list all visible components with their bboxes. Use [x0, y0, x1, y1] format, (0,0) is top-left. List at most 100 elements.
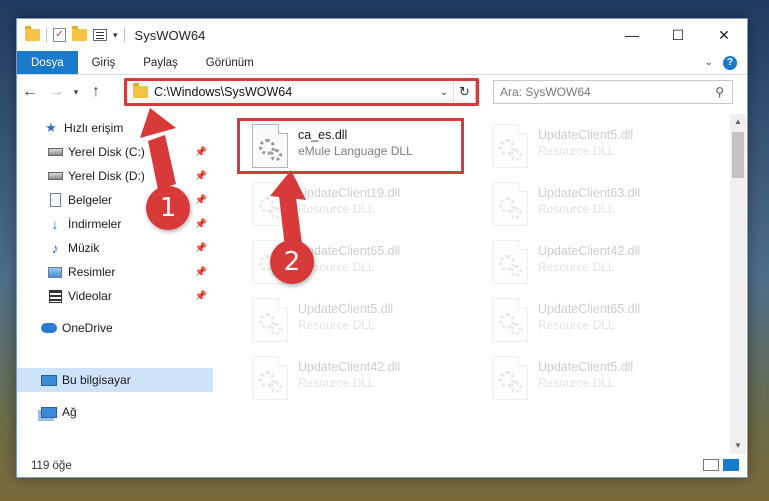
- navigation-bar: ← → ▾ ↑ C:\Windows\SysWOW64 ⌄ ↻ Ara: Sys…: [17, 76, 747, 108]
- status-bar: 119 öğe: [17, 454, 747, 478]
- sidebar-item-quick-access[interactable]: ★ Hızlı erişim: [17, 116, 213, 140]
- title-bar: ✓ ▾ SysWOW64 — ☐ ✕: [17, 19, 747, 51]
- window-title: SysWOW64: [134, 27, 206, 43]
- close-button[interactable]: ✕: [701, 19, 747, 51]
- search-icon: ⚲: [715, 85, 724, 99]
- file-highlight-box: [237, 118, 464, 174]
- star-icon: ★: [45, 120, 57, 135]
- tab-home[interactable]: Giriş: [78, 51, 130, 74]
- file-description: Resource DLL: [538, 260, 615, 274]
- properties-icon[interactable]: [93, 29, 107, 41]
- view-switcher: [703, 459, 739, 471]
- sidebar-item-label: Belgeler: [68, 193, 113, 207]
- scroll-up-arrow-icon[interactable]: ▲: [730, 114, 746, 130]
- scroll-thumb[interactable]: [732, 132, 744, 178]
- sidebar-item-label: İndirmeler: [68, 217, 122, 231]
- vertical-scrollbar[interactable]: ▲ ▼: [730, 114, 746, 454]
- folder-icon: [25, 26, 40, 41]
- file-tile[interactable]: UpdateClient63.dll Resource DLL: [478, 180, 716, 232]
- recent-locations-chevron-icon[interactable]: ▾: [69, 87, 83, 98]
- sidebar-item-onedrive[interactable]: OneDrive: [17, 316, 213, 340]
- dll-file-icon: [492, 356, 528, 400]
- file-name: UpdateClient5.dll: [298, 302, 394, 316]
- music-icon: ♪: [51, 240, 59, 256]
- sidebar-item-label: Bu bilgisayar: [62, 373, 131, 387]
- file-tile[interactable]: UpdateClient5.dll Resource DLL: [238, 296, 476, 348]
- details-view-icon[interactable]: [703, 459, 719, 471]
- separator: [46, 28, 47, 42]
- sidebar-item-label: Müzik: [68, 241, 100, 255]
- dll-file-icon: [492, 182, 528, 226]
- pin-icon[interactable]: 📌: [195, 147, 207, 158]
- customize-toolbar-chevron-icon[interactable]: ▾: [113, 30, 118, 41]
- download-icon: ↓: [51, 216, 59, 232]
- video-icon: [47, 289, 63, 303]
- file-name: UpdateClient5.dll: [538, 128, 634, 142]
- file-list: ca_es.dll eMule Language DLL UpdateClien…: [222, 114, 730, 454]
- tab-view[interactable]: Görünüm: [192, 51, 268, 74]
- properties-check-icon[interactable]: ✓: [53, 28, 66, 42]
- sidebar-item-network[interactable]: Ağ: [17, 400, 213, 424]
- search-placeholder: Ara: SysWOW64: [500, 85, 591, 99]
- file-name: UpdateClient65.dll: [538, 302, 641, 316]
- file-tile[interactable]: UpdateClient42.dll Resource DLL: [238, 354, 476, 406]
- file-name: UpdateClient63.dll: [538, 186, 641, 200]
- search-input[interactable]: Ara: SysWOW64 ⚲: [493, 80, 733, 104]
- tab-share[interactable]: Paylaş: [129, 51, 192, 74]
- file-name: UpdateClient42.dll: [538, 244, 641, 258]
- new-folder-icon[interactable]: [72, 26, 87, 41]
- dll-file-icon: [252, 182, 288, 226]
- navigation-pane: ★ Hızlı erişim Yerel Disk (C:) 📌 Yerel D…: [17, 114, 213, 454]
- cloud-icon: [41, 321, 57, 335]
- up-arrow-icon[interactable]: ↑: [83, 83, 109, 101]
- pin-icon[interactable]: 📌: [195, 243, 207, 254]
- sidebar-item-videos[interactable]: Videolar 📌: [17, 284, 213, 308]
- dll-file-icon: [492, 298, 528, 342]
- scroll-down-arrow-icon[interactable]: ▼: [730, 438, 746, 454]
- file-description: Resource DLL: [538, 376, 615, 390]
- sidebar-item-music[interactable]: ♪ Müzik 📌: [17, 236, 213, 260]
- pin-icon[interactable]: 📌: [195, 267, 207, 278]
- sidebar-item-this-pc[interactable]: Bu bilgisayar: [17, 368, 213, 392]
- sidebar-item-pictures[interactable]: Resimler 📌: [17, 260, 213, 284]
- file-name: UpdateClient5.dll: [538, 360, 634, 374]
- pin-icon[interactable]: 📌: [195, 219, 207, 230]
- expand-ribbon-chevron-icon[interactable]: ⌄: [705, 57, 713, 68]
- minimize-button[interactable]: —: [609, 19, 655, 51]
- sidebar-item-label: Yerel Disk (D:): [68, 169, 145, 183]
- sidebar-item-label: OneDrive: [62, 321, 113, 335]
- sidebar-item-local-disk-d[interactable]: Yerel Disk (D:) 📌: [17, 164, 213, 188]
- disk-icon: [47, 169, 63, 183]
- tiles-view-icon[interactable]: [723, 459, 739, 471]
- address-highlight-box: [124, 78, 479, 106]
- step-marker-1: 1: [146, 186, 190, 230]
- step-marker-2: 2: [270, 240, 314, 284]
- file-description: Resource DLL: [298, 202, 375, 216]
- file-description: Resource DLL: [298, 318, 375, 332]
- maximize-button[interactable]: ☐: [655, 19, 701, 51]
- separator: [123, 28, 125, 42]
- pin-icon[interactable]: 📌: [195, 291, 207, 302]
- file-tile[interactable]: UpdateClient42.dll Resource DLL: [478, 238, 716, 290]
- document-icon: [47, 193, 63, 207]
- file-tile[interactable]: UpdateClient5.dll Resource DLL: [478, 354, 716, 406]
- back-arrow-icon[interactable]: ←: [17, 83, 43, 101]
- file-name: UpdateClient42.dll: [298, 360, 401, 374]
- ribbon-tabs: Dosya Giriş Paylaş Görünüm ⌄ ?: [17, 51, 747, 75]
- file-name: UpdateClient19.dll: [298, 186, 401, 200]
- dll-file-icon: [492, 240, 528, 284]
- window-controls: — ☐ ✕: [609, 19, 747, 51]
- dll-file-icon: [492, 124, 528, 168]
- explorer-window: ✓ ▾ SysWOW64 — ☐ ✕ Dosya Giriş Paylaş Gö…: [16, 18, 748, 478]
- sidebar-item-local-disk-c[interactable]: Yerel Disk (C:) 📌: [17, 140, 213, 164]
- file-tile[interactable]: UpdateClient19.dll Resource DLL: [238, 180, 476, 232]
- dll-file-icon: [252, 298, 288, 342]
- sidebar-item-label: Hızlı erişim: [64, 121, 124, 135]
- file-tile[interactable]: UpdateClient65.dll Resource DLL: [478, 296, 716, 348]
- forward-arrow-icon[interactable]: →: [43, 83, 69, 101]
- tab-file[interactable]: Dosya: [17, 51, 78, 74]
- pin-icon[interactable]: 📌: [195, 195, 207, 206]
- file-tile[interactable]: UpdateClient5.dll Resource DLL: [478, 122, 716, 174]
- pin-icon[interactable]: 📌: [195, 171, 207, 182]
- help-icon[interactable]: ?: [723, 55, 737, 70]
